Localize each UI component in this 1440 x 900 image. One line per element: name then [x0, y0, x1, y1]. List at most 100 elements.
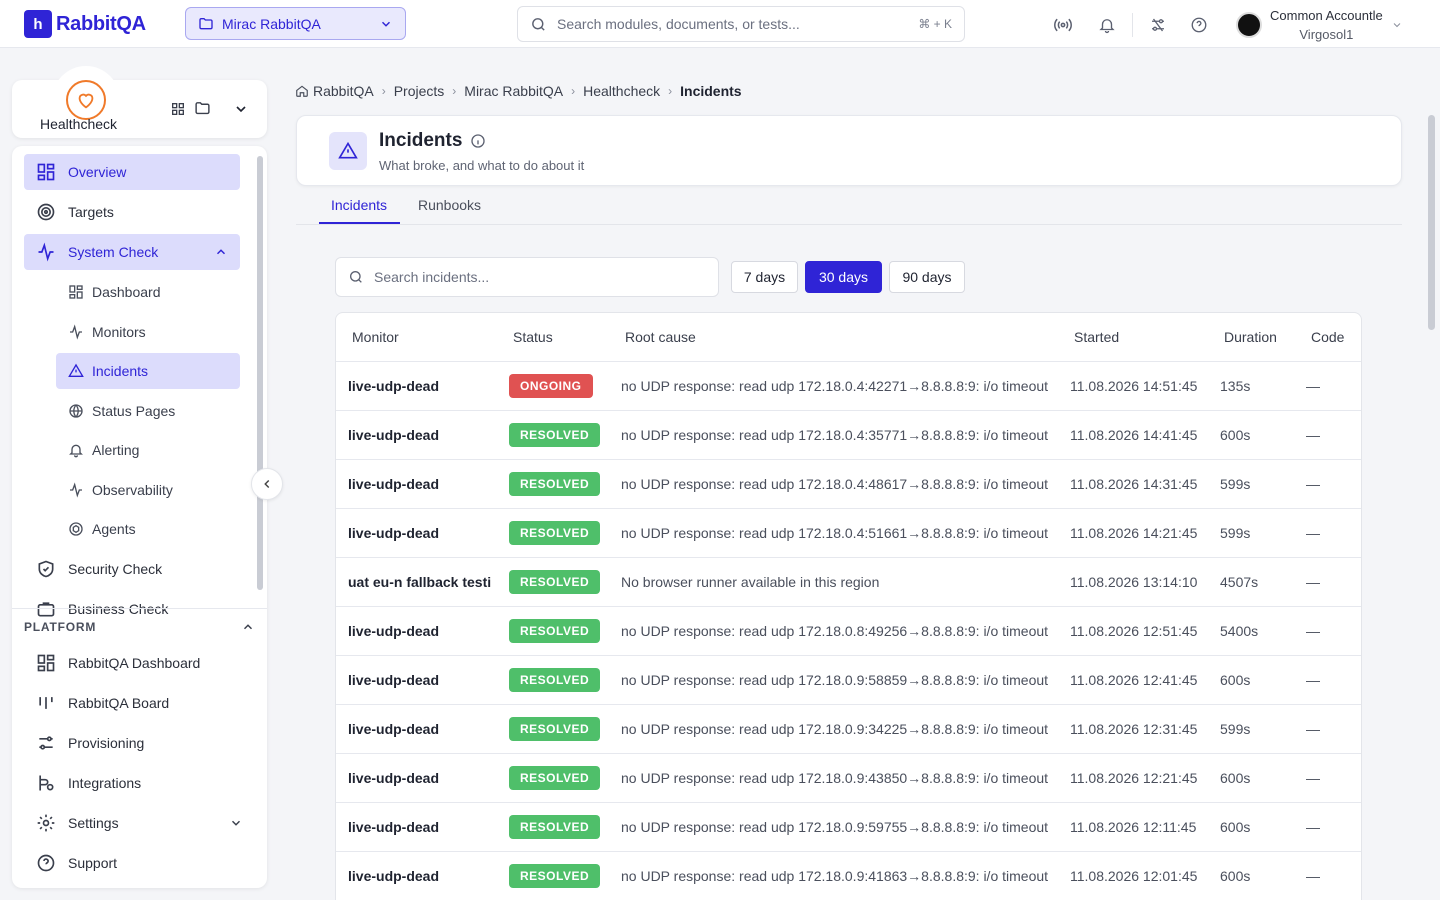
activity-icon: [68, 323, 84, 340]
page-scroll-thumb[interactable]: [1428, 115, 1435, 330]
breadcrumb-item[interactable]: Mirac RabbitQA: [464, 83, 563, 99]
table-row[interactable]: live-udp-dead no UDP response: read udp 1…: [336, 362, 1361, 411]
column-header-code[interactable]: Code: [1311, 329, 1344, 345]
started-cell: 11.08.2026 13:14:10: [1070, 574, 1198, 590]
code-cell: —: [1306, 819, 1320, 835]
column-header-root-cause[interactable]: Root cause: [625, 329, 696, 345]
sidebar-item-label: Security Check: [68, 560, 163, 577]
sidebar-scroll-thumb[interactable]: [257, 156, 263, 590]
root-cause-cell: no UDP response: read udp 172.18.0.4:357…: [621, 427, 1049, 443]
chevron-down-icon[interactable]: [233, 101, 249, 117]
root-cause-cell: No browser runner available in this regi…: [621, 574, 880, 590]
avatar: [1236, 12, 1262, 38]
table-row[interactable]: live-udp-dead no UDP response: read udp 1…: [336, 607, 1361, 656]
sidebar-item-label: Overview: [68, 164, 127, 180]
sidebar-item-rabbitqa-board[interactable]: RabbitQA Board: [24, 685, 255, 721]
code-cell: —: [1306, 623, 1320, 639]
cube-icon: [68, 521, 84, 537]
sidebar-item-settings[interactable]: Settings: [24, 805, 255, 841]
sidebar-item-incidents[interactable]: Incidents: [56, 353, 240, 389]
sidebar-scrollbar[interactable]: [257, 156, 263, 590]
grid-icon[interactable]: [170, 101, 186, 117]
started-cell: 11.08.2026 12:21:45: [1070, 770, 1198, 786]
table-row[interactable]: live-udp-dead no UDP response: read udp 1…: [336, 460, 1361, 509]
user-menu[interactable]: Common Accountle Virgosol1: [1236, 6, 1403, 44]
sidebar-item-alerting[interactable]: Alerting: [24, 432, 240, 468]
sidebar-item-rabbitqa-dashboard[interactable]: RabbitQA Dashboard: [24, 645, 255, 681]
monitor-cell: uat eu-n fallback testi: [348, 574, 492, 590]
module-nav: Overview Targets System Check Dashboard: [24, 154, 240, 631]
column-header-monitor[interactable]: Monitor: [352, 329, 399, 345]
monitor-cell: live-udp-dead: [348, 868, 440, 884]
range-30-days-button[interactable]: 30 days: [805, 261, 882, 293]
started-cell: 11.08.2026 12:41:45: [1070, 672, 1198, 688]
duration-cell: 599s: [1220, 721, 1251, 737]
sidebar-item-label: Agents: [92, 521, 136, 537]
root-cause-cell: no UDP response: read udp 172.18.0.9:418…: [621, 868, 1049, 884]
code-cell: —: [1306, 378, 1320, 394]
breadcrumb: RabbitQA › Projects › Mirac RabbitQA › H…: [295, 83, 742, 99]
user-name: Common Accountle: [1270, 8, 1383, 23]
page-scrollbar[interactable]: [1426, 115, 1436, 888]
code-cell: —: [1306, 427, 1320, 443]
breadcrumb-item[interactable]: Healthcheck: [583, 83, 660, 99]
chevron-up-icon: [214, 245, 228, 259]
sidebar-item-support[interactable]: Support: [24, 845, 255, 881]
collapse-sidebar-button[interactable]: [251, 468, 283, 500]
column-header-started[interactable]: Started: [1074, 329, 1119, 345]
table-row[interactable]: uat eu-n fallback testi No browser runner…: [336, 558, 1361, 607]
info-icon[interactable]: [470, 133, 486, 149]
breadcrumb-item[interactable]: RabbitQA: [313, 83, 374, 99]
table-row[interactable]: live-udp-dead no UDP response: read udp 1…: [336, 656, 1361, 705]
sidebar-item-integrations[interactable]: Integrations: [24, 765, 255, 801]
sidebar-item-agents[interactable]: Agents: [24, 511, 240, 547]
sliders-icon[interactable]: [1147, 14, 1169, 36]
folder-icon: [198, 16, 214, 32]
project-selector[interactable]: Mirac RabbitQA: [185, 7, 406, 40]
monitor-cell: live-udp-dead: [348, 770, 440, 786]
table-row[interactable]: live-udp-dead no UDP response: read udp 1…: [336, 852, 1361, 900]
bell-icon[interactable]: [1096, 14, 1118, 36]
platform-heading[interactable]: PLATFORM: [12, 609, 267, 645]
sidebar-item-provisioning[interactable]: Provisioning: [24, 725, 255, 761]
target-icon: [36, 202, 56, 222]
sidebar-item-overview[interactable]: Overview: [24, 154, 240, 190]
help-icon[interactable]: [1188, 14, 1210, 36]
chevron-down-icon: [229, 816, 243, 830]
range-90-days-button[interactable]: 90 days: [889, 261, 965, 293]
column-header-status[interactable]: Status: [513, 329, 553, 345]
monitor-cell: live-udp-dead: [348, 525, 440, 541]
started-cell: 11.08.2026 14:51:45: [1070, 378, 1198, 394]
chevron-up-icon: [241, 620, 255, 634]
duration-cell: 600s: [1220, 868, 1251, 884]
column-header-duration[interactable]: Duration: [1224, 329, 1277, 345]
table-row[interactable]: live-udp-dead no UDP response: read udp 1…: [336, 803, 1361, 852]
sidebar-item-label: Provisioning: [68, 735, 145, 751]
table-row[interactable]: live-udp-dead no UDP response: read udp 1…: [336, 754, 1361, 803]
sidebar-item-dashboard[interactable]: Dashboard: [24, 274, 240, 310]
status-badge: RESOLVED: [509, 717, 601, 741]
tab-incidents[interactable]: Incidents: [331, 197, 387, 213]
sidebar-item-system-check[interactable]: System Check: [24, 234, 240, 270]
sidebar-item-observability[interactable]: Observability: [24, 472, 240, 508]
started-cell: 11.08.2026 14:41:45: [1070, 427, 1198, 443]
global-search-input[interactable]: Search modules, documents, or tests... ⌘…: [517, 6, 965, 42]
tab-runbooks[interactable]: Runbooks: [418, 197, 481, 213]
folder-open-icon[interactable]: [194, 100, 211, 117]
status-badge: RESOLVED: [509, 815, 601, 839]
started-cell: 11.08.2026 12:31:45: [1070, 721, 1198, 737]
sidebar-item-status-pages[interactable]: Status Pages: [24, 393, 240, 429]
sidebar-item-security-check[interactable]: Security Check: [24, 551, 240, 587]
breadcrumb-item[interactable]: Projects: [394, 83, 445, 99]
range-7-days-button[interactable]: 7 days: [731, 261, 798, 293]
sidebar-item-monitors[interactable]: Monitors: [24, 314, 240, 350]
app-logo[interactable]: h RabbitQA: [24, 10, 146, 38]
table-row[interactable]: live-udp-dead no UDP response: read udp 1…: [336, 411, 1361, 460]
incident-search-input[interactable]: Search incidents...: [335, 257, 719, 297]
table-row[interactable]: live-udp-dead no UDP response: read udp 1…: [336, 509, 1361, 558]
table-row[interactable]: live-udp-dead no UDP response: read udp 1…: [336, 705, 1361, 754]
broadcast-icon[interactable]: [1052, 14, 1074, 36]
started-cell: 11.08.2026 14:31:45: [1070, 476, 1198, 492]
monitor-cell: live-udp-dead: [348, 672, 440, 688]
sidebar-item-targets[interactable]: Targets: [24, 194, 240, 230]
